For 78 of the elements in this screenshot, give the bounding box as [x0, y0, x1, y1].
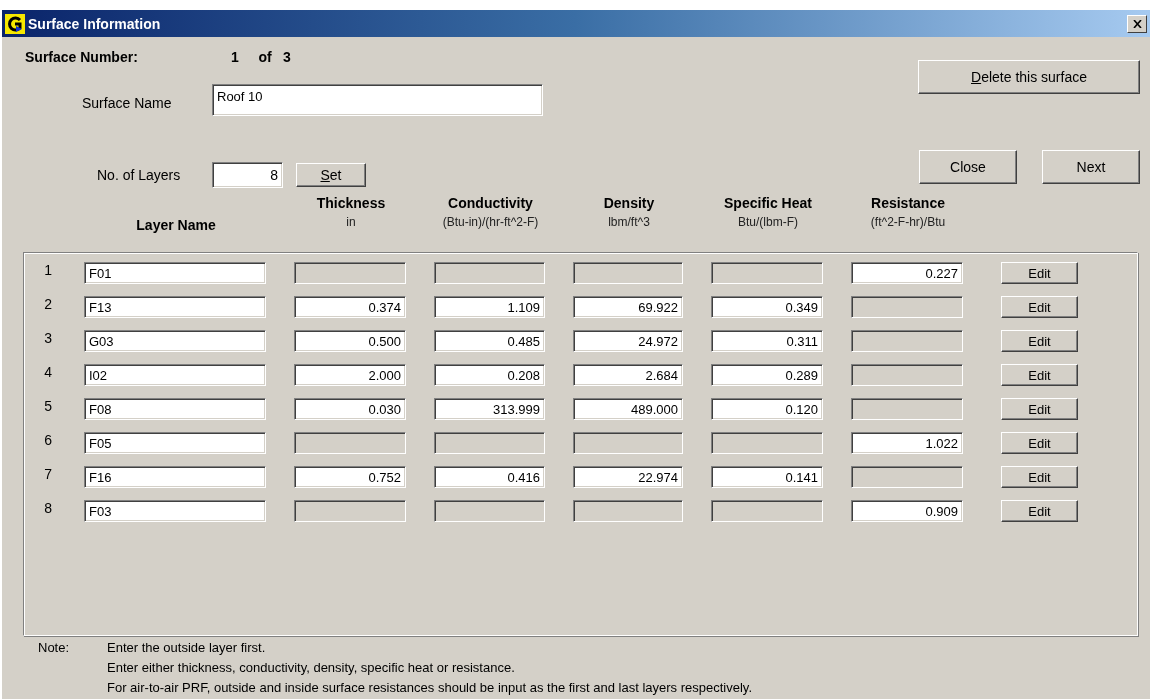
value-field[interactable]: 0.349: [711, 296, 823, 318]
edit-button[interactable]: Edit: [1001, 262, 1078, 284]
value-field[interactable]: 0.289: [711, 364, 823, 386]
dialog-button[interactable]: Close: [919, 150, 1017, 184]
row-number: 5: [43, 398, 53, 414]
dialog-button[interactable]: Next: [1042, 150, 1140, 184]
note-label: Note:: [38, 639, 71, 656]
surface-number-label: Surface Number:: [25, 49, 139, 67]
note-text: Enter either thickness, conductivity, density, specific heat or resistance.: [107, 659, 516, 676]
column-unit: lbm/ft^3: [608, 215, 650, 229]
value-field[interactable]: 0.208: [434, 364, 545, 386]
surface-total-value: 3: [283, 49, 291, 67]
edit-button[interactable]: Edit: [1001, 500, 1078, 522]
row-number: 8: [43, 500, 53, 516]
value-field[interactable]: 0.227: [851, 262, 963, 284]
layer-name-field[interactable]: G03: [84, 330, 266, 352]
value-field[interactable]: 489.000: [573, 398, 683, 420]
value-field[interactable]: 24.972: [573, 330, 683, 352]
column-header: Resistance: [871, 195, 945, 211]
of-label: of: [257, 49, 273, 67]
note-text: For air-to-air PRF, outside and inside surface resistances should be input as the first and last layers respectively.: [107, 679, 753, 696]
value-field[interactable]: 0.120: [711, 398, 823, 420]
column-unit: (Btu-in)/(hr-ft^2-F): [442, 215, 539, 229]
row-number: 3: [43, 330, 53, 346]
value-field[interactable]: 0.311: [711, 330, 823, 352]
layer-name-field[interactable]: F16: [84, 466, 266, 488]
value-field[interactable]: 0.030: [294, 398, 406, 420]
row-number: 2: [43, 296, 53, 312]
layer-count-label: No. of Layers: [97, 167, 182, 183]
app-logo-icon: [5, 13, 25, 34]
column-header: Specific Heat: [724, 195, 812, 211]
layer-name-field[interactable]: F13: [84, 296, 266, 318]
edit-button[interactable]: Edit: [1001, 330, 1078, 352]
layer-count-field[interactable]: 8: [212, 162, 283, 188]
value-field[interactable]: 313.999: [434, 398, 545, 420]
value-field[interactable]: 2.000: [294, 364, 406, 386]
value-field[interactable]: 1.109: [434, 296, 545, 318]
layer-name-field[interactable]: F05: [84, 432, 266, 454]
edit-button[interactable]: Edit: [1001, 364, 1078, 386]
close-icon: [1132, 19, 1142, 28]
value-field[interactable]: 0.374: [294, 296, 406, 318]
row-number: 4: [43, 364, 53, 380]
layer-name-field[interactable]: I02: [84, 364, 266, 386]
column-unit: Btu/(lbm-F): [738, 215, 798, 229]
value-field[interactable]: 0.752: [294, 466, 406, 488]
edit-button[interactable]: Edit: [1001, 398, 1078, 420]
layer-name-field[interactable]: F08: [84, 398, 266, 420]
column-unit: in: [346, 215, 356, 229]
value-field[interactable]: 22.974: [573, 466, 683, 488]
surface-number-value: 1: [231, 49, 240, 67]
value-field[interactable]: 0.500: [294, 330, 406, 352]
value-field[interactable]: 2.684: [573, 364, 683, 386]
value-field[interactable]: 1.022: [851, 432, 963, 454]
value-field[interactable]: 0.909: [851, 500, 963, 522]
row-number: 7: [43, 466, 53, 482]
edit-button[interactable]: Edit: [1001, 432, 1078, 454]
close-button[interactable]: [1127, 14, 1147, 33]
column-unit: (ft^2-F-hr)/Btu: [870, 215, 946, 229]
surface-name-field[interactable]: Roof 10: [212, 84, 543, 116]
window-title: Surface Information: [28, 15, 162, 32]
set-button[interactable]: Set: [296, 163, 366, 187]
value-field[interactable]: 69.922: [573, 296, 683, 318]
edit-button[interactable]: Edit: [1001, 296, 1078, 318]
value-field[interactable]: 0.416: [434, 466, 545, 488]
column-header: Thickness: [316, 195, 386, 211]
delete-surface-button[interactable]: Delete this surface: [918, 60, 1140, 94]
layer-name-field[interactable]: F03: [84, 500, 266, 522]
layer-name-field[interactable]: F01: [84, 262, 266, 284]
edit-button[interactable]: Edit: [1001, 466, 1078, 488]
note-text: Enter the outside layer first.: [107, 639, 267, 656]
surface-name-label: Surface Name: [82, 94, 173, 111]
column-header: Layer Name: [136, 217, 216, 233]
value-field[interactable]: 0.485: [434, 330, 545, 352]
value-field[interactable]: 0.141: [711, 466, 823, 488]
column-header: Conductivity: [448, 195, 533, 211]
row-number: 1: [43, 262, 53, 278]
column-header: Density: [603, 195, 655, 211]
row-number: 6: [43, 432, 53, 448]
